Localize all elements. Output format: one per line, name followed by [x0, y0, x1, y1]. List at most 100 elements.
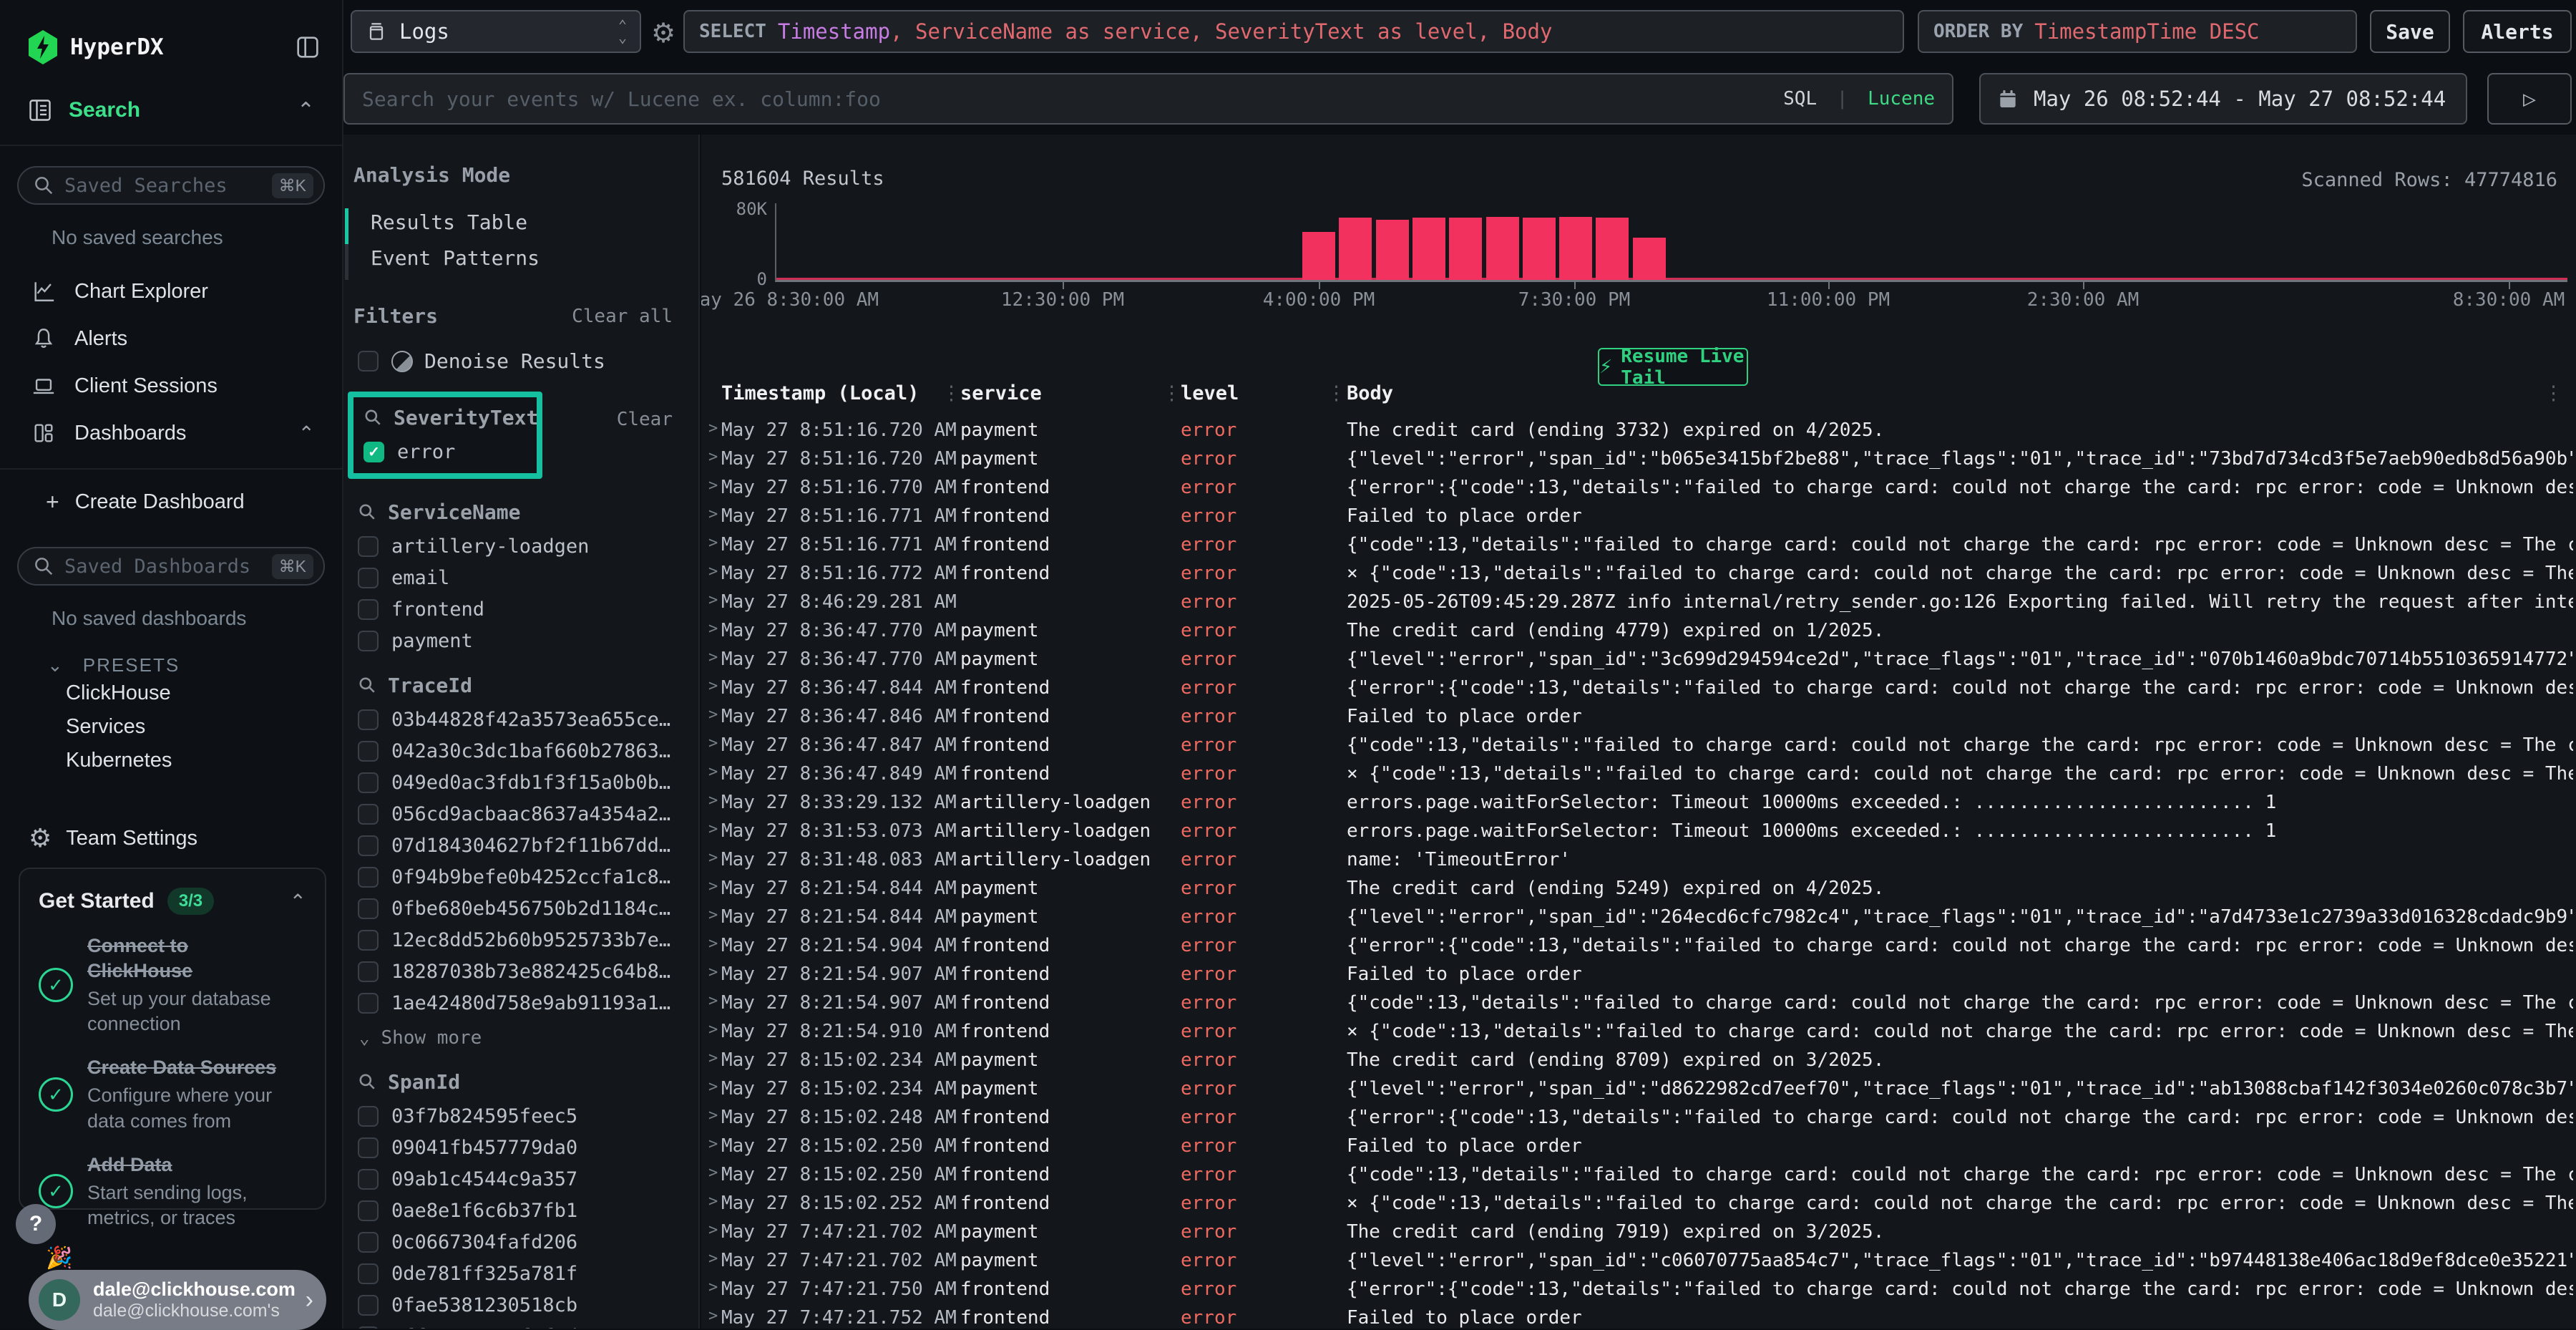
sidebar-item-chart-explorer[interactable]: Chart Explorer — [0, 268, 342, 315]
checkbox-unchecked[interactable] — [358, 568, 379, 588]
filter-option[interactable]: email — [358, 567, 698, 589]
chevron-up-icon[interactable]: ⌃ — [290, 890, 306, 913]
filter-option[interactable]: frontend — [358, 598, 698, 621]
filter-option[interactable]: 09ab1c4544c9a357 — [358, 1168, 698, 1190]
get-started-item[interactable]: ✓ Add Data Start sending logs, metrics, … — [39, 1152, 306, 1231]
lucene-mode-toggle[interactable]: Lucene — [1868, 88, 1935, 110]
checkbox-unchecked[interactable] — [358, 631, 379, 651]
chevron-up-icon[interactable]: ⌃ — [298, 422, 315, 445]
checkbox-unchecked[interactable] — [358, 1169, 379, 1190]
filter-option[interactable]: 0de781ff325a781f — [358, 1263, 698, 1285]
source-select[interactable]: Logs ⌃⌄ — [351, 10, 641, 53]
checkbox-unchecked[interactable] — [358, 709, 379, 730]
histogram-bar[interactable] — [1596, 218, 1629, 280]
table-row[interactable]: >May 27 7:47:21.750 AMfrontenderror{"err… — [701, 1274, 2576, 1303]
sidebar-item-search[interactable]: Search ⌃ — [0, 93, 342, 127]
chevron-up-icon[interactable]: ⌃ — [297, 98, 315, 123]
help-button[interactable]: ? — [16, 1204, 56, 1244]
histogram-bar[interactable] — [1523, 218, 1556, 280]
event-search-input[interactable]: Search your events w/ Lucene ex. column:… — [343, 73, 1953, 125]
resume-live-tail-button[interactable]: ⚡ Resume Live Tail — [1598, 348, 1748, 386]
presets-toggle[interactable]: ⌄ PRESETS — [47, 654, 342, 676]
filter-option[interactable]: ✓error — [364, 441, 537, 463]
checkbox-unchecked[interactable] — [358, 835, 379, 856]
histogram-bar[interactable] — [1633, 238, 1666, 280]
table-row[interactable]: >May 27 8:36:47.770 AMpaymenterror{"leve… — [701, 644, 2576, 673]
run-query-button[interactable]: ▷ — [2487, 73, 2572, 125]
saved-dashboards-input[interactable]: Saved Dashboards ⌘K — [17, 547, 325, 586]
table-row[interactable]: >May 27 8:51:16.720 AMpaymenterrorThe cr… — [701, 415, 2576, 444]
checkbox-unchecked[interactable] — [358, 867, 379, 888]
table-row[interactable]: >May 27 7:47:21.702 AMpaymenterror{"leve… — [701, 1246, 2576, 1274]
checkbox-unchecked[interactable] — [358, 772, 379, 793]
histogram-bar[interactable] — [1339, 218, 1372, 280]
get-started-item[interactable]: ✓ Connect to ClickHouse Set up your data… — [39, 933, 306, 1037]
filter-option[interactable]: 03f7b824595feec5 — [358, 1105, 698, 1127]
collapse-sidebar-icon[interactable] — [293, 33, 322, 62]
filter-option[interactable]: 042a30c3dc1baf660b27863… — [358, 740, 698, 762]
sidebar-item-dashboards[interactable]: Dashboards ⌃ — [0, 409, 342, 457]
table-row[interactable]: >May 27 8:51:16.771 AMfrontenderrorFaile… — [701, 501, 2576, 530]
col-level[interactable]: level — [1181, 382, 1239, 404]
checkbox-unchecked[interactable] — [358, 1137, 379, 1158]
checkbox-unchecked[interactable] — [358, 351, 379, 372]
preset-clickhouse[interactable]: ClickHouse — [0, 676, 342, 710]
table-row[interactable]: >May 27 8:36:47.770 AMpaymenterrorThe cr… — [701, 616, 2576, 644]
denoise-results-checkbox[interactable]: Denoise Results — [358, 349, 698, 373]
sidebar-item-alerts[interactable]: Alerts — [0, 315, 342, 362]
saved-searches-input[interactable]: Saved Searches ⌘K — [17, 166, 325, 205]
clear-all-link[interactable]: Clear all — [572, 306, 673, 327]
filter-option[interactable]: 0fae5381230518cb — [358, 1294, 698, 1316]
checkbox-unchecked[interactable] — [358, 804, 379, 825]
show-more-link[interactable]: ⌄Show more — [359, 1027, 698, 1049]
table-row[interactable]: >May 27 7:47:21.752 AMfrontenderrorFaile… — [701, 1303, 2576, 1329]
checkbox-unchecked[interactable] — [358, 930, 379, 951]
table-row[interactable]: >May 27 8:31:53.073 AMartillery-loadgene… — [701, 816, 2576, 845]
table-row[interactable]: >May 27 8:51:16.770 AMfrontenderror{"err… — [701, 472, 2576, 501]
filter-option[interactable]: 0c0667304fafd206 — [358, 1231, 698, 1253]
table-row[interactable]: >May 27 8:51:16.771 AMfrontenderror{"cod… — [701, 530, 2576, 558]
checkbox-checked[interactable]: ✓ — [364, 442, 384, 462]
filter-option[interactable]: 0ff8990066efcf1d — [358, 1326, 698, 1329]
mode-results-table[interactable]: Results Table — [343, 204, 698, 240]
checkbox-unchecked[interactable] — [358, 1106, 379, 1127]
sql-mode-toggle[interactable]: SQL — [1783, 88, 1817, 110]
checkbox-unchecked[interactable] — [358, 898, 379, 919]
filter-clear-link[interactable]: Clear — [617, 409, 673, 430]
table-row[interactable]: >May 27 8:15:02.250 AMfrontenderrorFaile… — [701, 1131, 2576, 1160]
table-row[interactable]: >May 27 8:36:47.846 AMfrontenderrorFaile… — [701, 702, 2576, 730]
col-service[interactable]: service — [960, 382, 1042, 404]
select-query-input[interactable]: SELECT Timestamp , ServiceName as servic… — [683, 10, 1904, 53]
table-row[interactable]: >May 27 8:15:02.248 AMfrontenderror{"err… — [701, 1102, 2576, 1131]
filter-option[interactable]: payment — [358, 630, 698, 652]
filter-option[interactable]: 0fbe680eb456750b2d1184c… — [358, 898, 698, 920]
table-row[interactable]: >May 27 8:21:54.907 AMfrontenderrorFaile… — [701, 959, 2576, 988]
table-row[interactable]: >May 27 8:21:54.844 AMpaymenterror{"leve… — [701, 902, 2576, 931]
histogram-bar[interactable] — [1413, 218, 1445, 280]
alerts-button[interactable]: Alerts — [2463, 10, 2572, 53]
col-timestamp[interactable]: Timestamp (Local) — [721, 382, 919, 404]
checkbox-unchecked[interactable] — [358, 599, 379, 620]
table-row[interactable]: >May 27 8:21:54.904 AMfrontenderror{"err… — [701, 931, 2576, 959]
results-histogram[interactable] — [775, 203, 2567, 282]
filter-option[interactable]: 09041fb457779da0 — [358, 1137, 698, 1159]
table-row[interactable]: >May 27 8:15:02.234 AMpaymenterror{"leve… — [701, 1074, 2576, 1102]
preset-kubernetes[interactable]: Kubernetes — [0, 744, 342, 777]
filter-option[interactable]: 0f94b9befe0b4252ccfa1c8… — [358, 866, 698, 888]
mode-event-patterns[interactable]: Event Patterns — [343, 240, 698, 276]
filter-option[interactable]: 1ae42480d758e9ab91193a1… — [358, 992, 698, 1014]
orderby-input[interactable]: ORDER BY TimestampTime DESC — [1918, 10, 2357, 53]
preset-services[interactable]: Services — [0, 710, 342, 744]
checkbox-unchecked[interactable] — [358, 536, 379, 557]
table-row[interactable]: >May 27 8:15:02.252 AMfrontenderror× {"c… — [701, 1188, 2576, 1217]
table-row[interactable]: >May 27 8:36:47.847 AMfrontenderror{"cod… — [701, 730, 2576, 759]
col-body[interactable]: Body — [1347, 382, 1393, 404]
filter-option[interactable]: 03b44828f42a3573ea655ce… — [358, 709, 698, 731]
histogram-bar[interactable] — [1376, 220, 1409, 280]
filter-option[interactable]: 0ae8e1f6c6b37fb1 — [358, 1200, 698, 1222]
team-settings-item[interactable]: ⚙ Team Settings — [0, 823, 342, 853]
table-row[interactable]: >May 27 8:15:02.234 AMpaymenterrorThe cr… — [701, 1045, 2576, 1074]
filter-option[interactable]: 056cd9acbaac8637a4354a2… — [358, 803, 698, 825]
column-resize-handle-icon[interactable]: ⋮ — [942, 382, 961, 404]
sidebar-item-client-sessions[interactable]: Client Sessions — [0, 362, 342, 409]
